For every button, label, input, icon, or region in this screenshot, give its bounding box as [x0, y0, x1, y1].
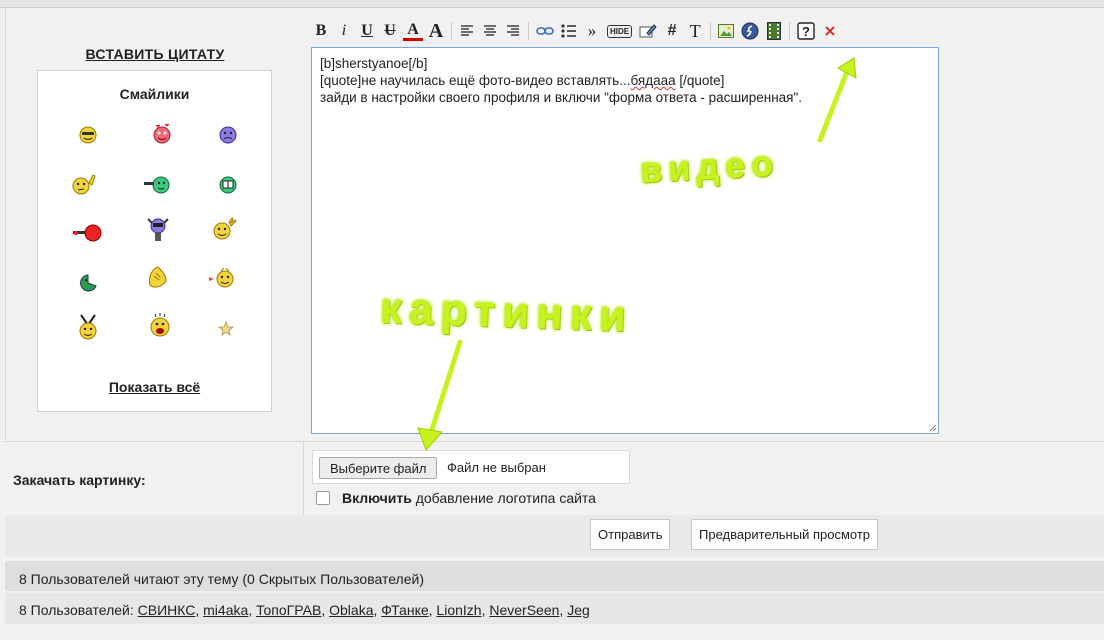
smiley-thinking-icon[interactable]: [70, 171, 98, 199]
font-size-button[interactable]: A: [426, 20, 446, 42]
column-divider: [303, 442, 304, 516]
logo-checkbox[interactable]: [316, 491, 330, 505]
toolbar-separator: [789, 22, 791, 40]
smiley-pacman-icon[interactable]: [74, 269, 102, 297]
link-icon[interactable]: [534, 20, 556, 42]
toolbar-separator: [451, 22, 452, 40]
list-icon[interactable]: [559, 20, 579, 42]
readers-count: 8 Пользователей читают эту тему (0 Скрыт…: [19, 571, 424, 587]
hash-button[interactable]: #: [662, 20, 682, 42]
align-center-icon[interactable]: [480, 20, 500, 42]
smiley-robot-icon[interactable]: [144, 215, 172, 243]
close-icon[interactable]: [820, 20, 840, 42]
smiley-gun-icon[interactable]: [72, 219, 102, 247]
logo-option: Включить добавление логотипа сайта: [316, 490, 596, 506]
user-link[interactable]: ТопоГРАВ: [256, 602, 321, 618]
users-list: 8 Пользователей: СВИНКС, mi4aka, ТопоГРА…: [19, 602, 590, 618]
resize-handle-icon[interactable]: [929, 424, 937, 432]
user-link[interactable]: СВИНКС: [138, 602, 196, 618]
editor-line-2: [quote]не научилась ещё фото-видео встав…: [320, 73, 725, 88]
smiley-love-icon[interactable]: [148, 119, 176, 147]
smilies-box: Смайлики Показать всё: [37, 70, 272, 412]
text-button[interactable]: T: [685, 20, 705, 42]
logo-option-label: добавление логотипа сайта: [415, 490, 596, 506]
italic-button[interactable]: i: [334, 20, 354, 42]
submit-button[interactable]: Отправить: [590, 519, 671, 550]
smiley-star-icon[interactable]: [212, 315, 240, 343]
image-icon[interactable]: [716, 20, 736, 42]
smiley-cheer-icon[interactable]: [208, 265, 236, 293]
underline-button[interactable]: U: [357, 20, 377, 42]
align-left-icon[interactable]: [457, 20, 477, 42]
smiley-green-icon[interactable]: [214, 171, 242, 199]
upload-label: Закачать картинку:: [13, 472, 146, 488]
left-panel: ВСТАВИТЬ ЦИТАТУ Смайлики Показать всё: [5, 8, 305, 440]
smiley-medal-icon[interactable]: [74, 313, 102, 341]
reply-editor-panel: B i U U A A » HIDE # T ? [b]sherstyanoe[…: [304, 8, 1104, 440]
insert-quote-link[interactable]: ВСТАВИТЬ ЦИТАТУ: [6, 46, 304, 62]
smiley-wave-icon[interactable]: [144, 263, 172, 291]
message-textarea[interactable]: [b]sherstyanoe[/b] [quote]не научилась е…: [311, 47, 939, 434]
choose-file-button[interactable]: Выберите файл: [319, 457, 438, 479]
help-icon[interactable]: ?: [795, 20, 817, 42]
toolbar-separator: [528, 22, 529, 40]
user-link[interactable]: Jeg: [567, 602, 590, 618]
smiley-sad-icon[interactable]: [214, 121, 242, 149]
logo-option-bold: Включить: [342, 490, 412, 506]
edit-icon[interactable]: [637, 20, 659, 42]
users-list-row: 8 Пользователей: СВИНКС, mi4aka, ТопоГРА…: [5, 593, 1104, 624]
readers-row: 8 Пользователей читают эту тему (0 Скрыт…: [5, 561, 1104, 591]
upload-row: Закачать картинку: Выберите файл Файл не…: [5, 441, 1104, 516]
smiley-shooting-icon[interactable]: [144, 171, 172, 199]
user-link[interactable]: Oblaka: [329, 602, 373, 618]
show-all-smilies-link[interactable]: Показать всё: [38, 379, 271, 395]
hide-button[interactable]: HIDE: [605, 20, 634, 42]
svg-text:?: ?: [802, 24, 810, 39]
toolbar-separator: [710, 22, 712, 40]
smiley-laugh-icon[interactable]: [146, 311, 174, 339]
quote-button[interactable]: »: [582, 20, 602, 42]
editor-toolbar: B i U U A A » HIDE # T ?: [311, 16, 941, 46]
align-right-icon[interactable]: [503, 20, 523, 42]
hide-label: HIDE: [607, 24, 633, 38]
editor-line-3: зайди в настройки своего профиля и включ…: [320, 90, 803, 105]
top-strip: [0, 0, 1104, 8]
bold-button[interactable]: B: [311, 20, 331, 42]
users-list-prefix: 8 Пользователей:: [19, 602, 134, 618]
strike-button[interactable]: U: [380, 20, 400, 42]
smiley-rock-icon[interactable]: [210, 215, 238, 243]
smiley-cool-icon[interactable]: [74, 121, 102, 149]
editor-line-1: [b]sherstyanoe[/b]: [320, 56, 428, 71]
user-link[interactable]: NeverSeen: [489, 602, 559, 618]
misspelled-word: бядааа: [630, 73, 676, 88]
preview-button[interactable]: Предварительный просмотр: [691, 519, 879, 550]
bottom-strip: [5, 624, 1104, 640]
user-link[interactable]: ФТанке: [381, 602, 428, 618]
file-input-box: Выберите файл Файл не выбран: [312, 450, 630, 484]
file-status: Файл не выбран: [447, 460, 546, 475]
video-icon[interactable]: [764, 20, 784, 42]
user-link[interactable]: LionIzh: [436, 602, 481, 618]
font-color-button[interactable]: A: [403, 21, 423, 41]
actions-row: Отправить Предварительный просмотр: [5, 515, 1104, 557]
user-link[interactable]: mi4aka: [203, 602, 248, 618]
flash-icon[interactable]: [739, 20, 761, 42]
smilies-title: Смайлики: [119, 86, 190, 102]
